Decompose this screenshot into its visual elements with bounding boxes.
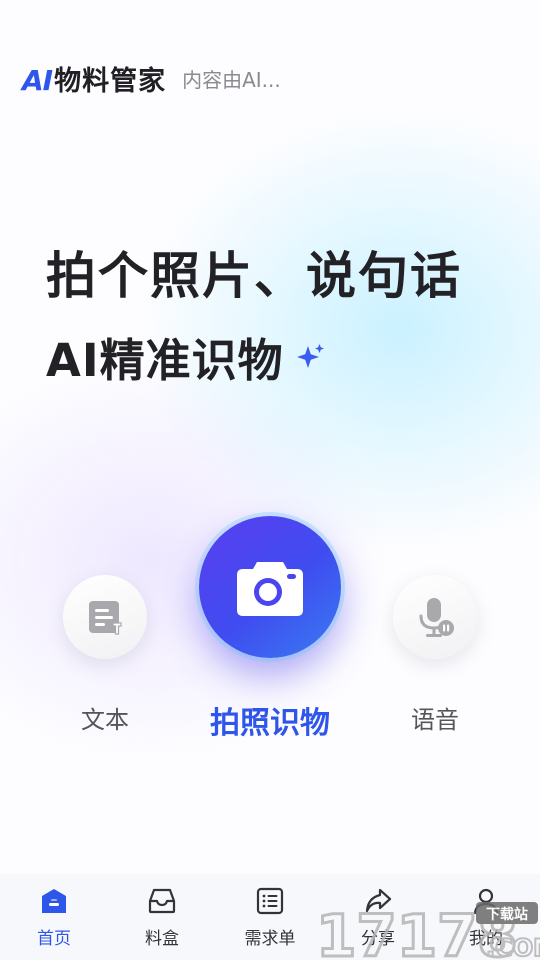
tab-requirements-label: 需求单 [244,929,296,949]
document-edit-icon [89,601,122,635]
text-input-label[interactable]: 文本 [63,700,147,735]
hero-subheadline: AI精准识物 [46,324,326,389]
logo-title: 物料管家 [54,65,167,97]
tab-share[interactable]: 分享 [324,874,432,960]
share-icon [363,886,393,916]
ai-content-notice[interactable]: 内容由AI... [182,64,281,93]
camera-icon [237,562,303,616]
voice-input-label[interactable]: 语音 [393,700,477,735]
tab-home[interactable]: 首页 [0,874,108,960]
tab-share-label: 分享 [361,929,395,949]
tab-profile[interactable]: 我的 [432,874,540,960]
inbox-icon [147,886,177,916]
tab-requirements[interactable]: 需求单 [216,874,324,960]
tab-home-label: 首页 [37,929,71,949]
list-icon [255,886,285,916]
sparkle-icon [296,343,324,368]
voice-input-button[interactable] [393,575,477,659]
microphone-icon [419,598,454,637]
camera-recognize-label[interactable]: 拍照识物 [190,698,350,742]
camera-recognize-button[interactable] [199,516,341,658]
hero-subheadline-text: AI精准识物 [46,334,284,387]
logo-ai-text: AI [22,63,53,97]
app-logo: AI 物料管家 [22,59,166,98]
bottom-tab-bar: 首页 料盒 需求单 分享 我的 [0,874,540,960]
hero-headline: 拍个照片、说句话 [46,247,462,305]
user-icon [471,886,501,916]
text-input-button[interactable] [63,575,147,659]
tab-material-box-label: 料盒 [145,929,179,949]
app-header: AI 物料管家 内容由AI... [22,56,520,100]
tab-profile-label: 我的 [469,929,503,949]
tab-material-box[interactable]: 料盒 [108,874,216,960]
home-icon [39,886,69,916]
